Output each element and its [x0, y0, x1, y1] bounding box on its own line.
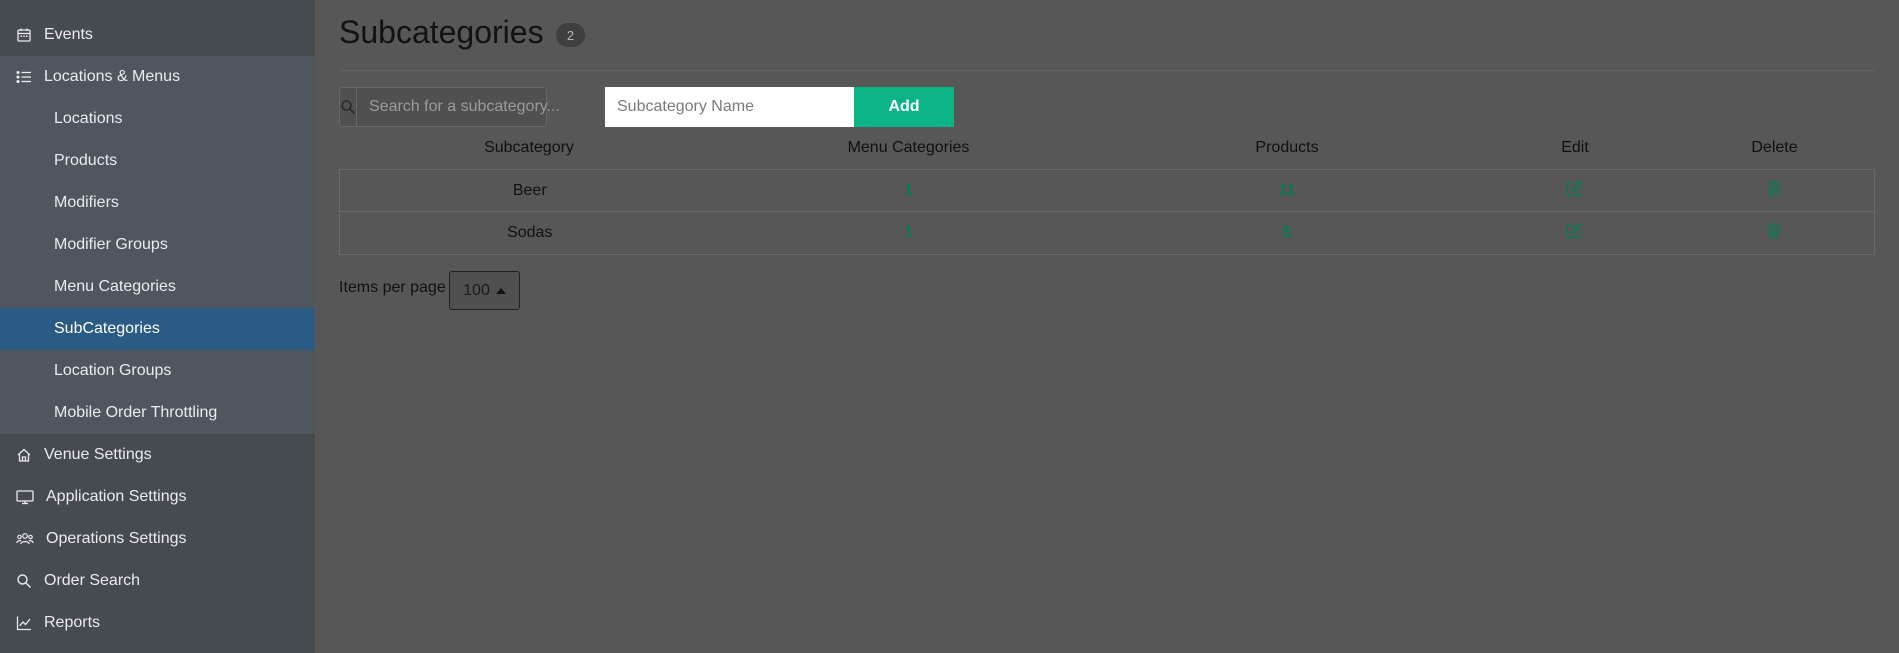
- sidebar-item-label: Modifiers: [54, 194, 119, 211]
- sidebar-item-label: Locations: [54, 110, 123, 127]
- sidebar-item-reports[interactable]: Reports: [0, 602, 315, 644]
- menu-categories-count-link[interactable]: 1: [720, 182, 1099, 200]
- sidebar-item-subcategories[interactable]: SubCategories: [0, 308, 315, 350]
- sidebar-item-location-groups[interactable]: Location Groups: [0, 350, 315, 392]
- sidebar-item-menu-categories[interactable]: Menu Categories: [0, 266, 315, 308]
- sidebar-item-venue-settings[interactable]: Venue Settings: [0, 434, 315, 476]
- edit-cell: [1476, 179, 1674, 203]
- main-content: Subcategories 2 Add Subcategory Menu Cat…: [315, 0, 1899, 653]
- chart-icon: [14, 613, 34, 633]
- sidebar-item-label: Order Search: [44, 572, 141, 589]
- sidebar-item-events[interactable]: Events: [0, 14, 315, 56]
- count-badge: 2: [556, 23, 585, 47]
- add-button[interactable]: Add: [854, 87, 954, 127]
- caret-up-icon: [495, 287, 506, 294]
- search-input[interactable]: [357, 88, 576, 126]
- sidebar-item-label: Location Groups: [54, 362, 172, 379]
- sidebar-item-modifiers[interactable]: Modifiers: [0, 182, 315, 224]
- sidebar-item-products[interactable]: Products: [0, 140, 315, 182]
- products-count-link[interactable]: 11: [1098, 182, 1476, 200]
- list-icon: [14, 67, 34, 87]
- monitor-icon: [14, 487, 36, 507]
- sidebar-item-label: Locations & Menus: [44, 68, 181, 85]
- column-header-edit: Edit: [1561, 139, 1589, 156]
- trash-icon[interactable]: [1764, 179, 1784, 199]
- sidebar-item-label: Menu Categories: [54, 278, 176, 295]
- table-row: Sodas 1 5: [339, 212, 1875, 255]
- edit-icon[interactable]: [1564, 179, 1584, 199]
- table-row: Beer 1 11: [339, 169, 1875, 212]
- sidebar-item-label: Operations Settings: [46, 530, 187, 547]
- calendar-icon: [14, 25, 34, 45]
- items-per-page-value: 100: [463, 281, 490, 299]
- search-icon: [340, 88, 357, 126]
- sidebar-item-mobile-order-throttling[interactable]: Mobile Order Throttling: [0, 392, 315, 434]
- users-icon: [14, 529, 36, 549]
- sidebar-item-operations-settings[interactable]: Operations Settings: [0, 518, 315, 560]
- column-header-products[interactable]: Products: [1098, 139, 1476, 157]
- title-divider: [339, 70, 1875, 71]
- column-header-menu-categories[interactable]: Menu Categories: [719, 139, 1098, 157]
- column-header-subcategory[interactable]: Subcategory: [339, 139, 719, 157]
- sidebar-item-locations[interactable]: Locations: [0, 98, 315, 140]
- subcategory-table: Subcategory Menu Categories Products Edi…: [339, 127, 1875, 255]
- sidebar-item-label: Reports: [44, 614, 101, 631]
- search-icon: [14, 571, 34, 591]
- sidebar: Events Locations & Menus Locations Produ…: [0, 0, 315, 653]
- column-header-delete: Delete: [1751, 139, 1798, 156]
- sidebar-item-modifier-groups[interactable]: Modifier Groups: [0, 224, 315, 266]
- sidebar-item-locations-menus[interactable]: Locations & Menus: [0, 56, 315, 98]
- sidebar-item-label: Events: [44, 26, 93, 43]
- subcategory-name-input[interactable]: [605, 87, 855, 127]
- products-count-link[interactable]: 5: [1098, 224, 1476, 242]
- search-box: [339, 87, 576, 127]
- sidebar-item-label: Modifier Groups: [54, 236, 168, 253]
- page-title: Subcategories: [339, 14, 544, 50]
- sidebar-item-label: SubCategories: [54, 320, 160, 337]
- subcategory-name-cell: Sodas: [507, 224, 553, 241]
- trash-icon[interactable]: [1764, 221, 1784, 241]
- app-root: Events Locations & Menus Locations Produ…: [0, 0, 1899, 653]
- delete-cell: [1673, 179, 1874, 203]
- sidebar-item-label: Mobile Order Throttling: [54, 404, 218, 421]
- items-per-page-label: Items per page: [339, 279, 446, 296]
- menu-categories-count-link[interactable]: 1: [720, 224, 1099, 242]
- sidebar-item-order-search[interactable]: Order Search: [0, 560, 315, 602]
- sidebar-item-label: Venue Settings: [44, 446, 152, 463]
- home-icon: [14, 445, 34, 465]
- sidebar-item-label: Products: [54, 152, 118, 169]
- items-per-page-select[interactable]: 100: [449, 271, 520, 310]
- edit-cell: [1476, 221, 1674, 245]
- sidebar-item-application-settings[interactable]: Application Settings: [0, 476, 315, 518]
- subcategory-name-cell: Beer: [512, 181, 547, 199]
- edit-icon[interactable]: [1564, 221, 1584, 241]
- sidebar-item-label: Application Settings: [46, 488, 187, 505]
- delete-cell: [1673, 221, 1874, 245]
- table-header: Subcategory Menu Categories Products Edi…: [339, 127, 1875, 169]
